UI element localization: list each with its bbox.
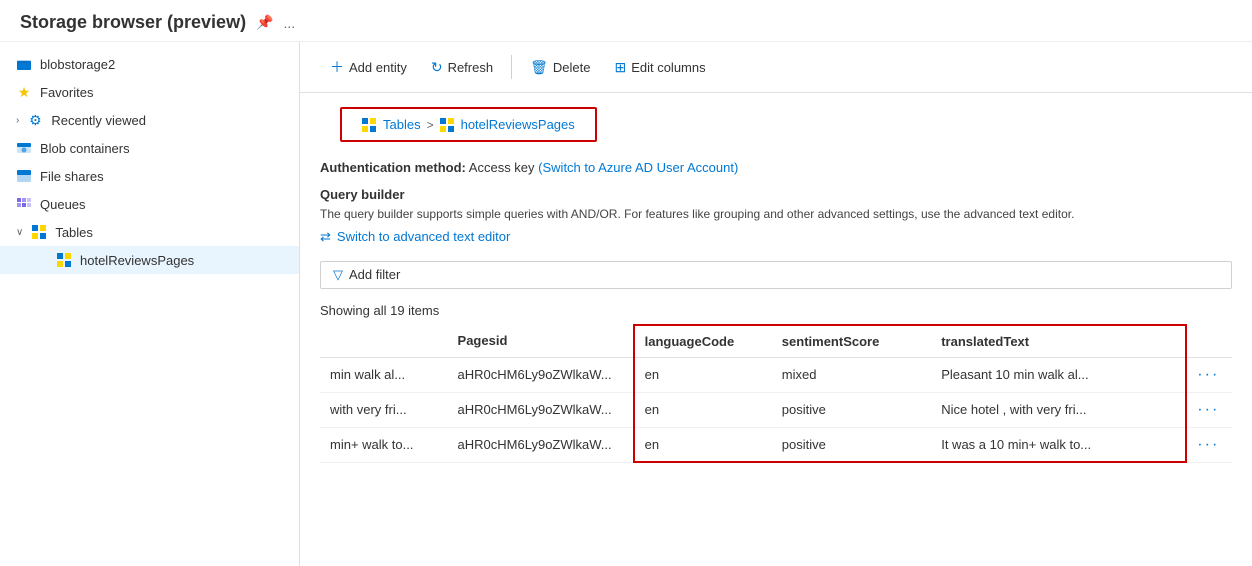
sidebar-favorites-label: Favorites	[40, 85, 93, 100]
breadcrumb-current[interactable]: hotelReviewsPages	[440, 117, 575, 132]
table-row: min walk al... aHR0cHM6Ly9oZWlkaW... en …	[320, 357, 1232, 392]
data-table-container: Pagesid languageCode sentimentScore tran…	[300, 324, 1252, 566]
row3-more-icon[interactable]: ···	[1197, 436, 1219, 453]
breadcrumb-separator: >	[427, 118, 434, 132]
cell-row2-lang: en	[634, 392, 772, 427]
cell-row3-col1: min+ walk to...	[320, 427, 448, 462]
toolbar-divider	[511, 55, 512, 79]
query-builder-title: Query builder	[320, 187, 1232, 202]
sidebar-item-favorites[interactable]: ★ Favorites	[0, 78, 299, 106]
add-entity-button[interactable]: ＋ Add entity	[320, 52, 417, 82]
col-header-pagesid[interactable]: Pagesid	[448, 325, 634, 358]
folder-icon	[16, 56, 32, 72]
breadcrumb-tables-label: Tables	[383, 117, 421, 132]
row1-more-icon[interactable]: ···	[1197, 366, 1219, 383]
sidebar-hotel-reviews-label: hotelReviewsPages	[80, 253, 194, 268]
col-header-1	[320, 325, 448, 358]
pin-icon[interactable]: 📌	[256, 14, 273, 31]
cell-row2-pagesid: aHR0cHM6Ly9oZWlkaW...	[448, 392, 634, 427]
blob-icon	[16, 140, 32, 156]
sidebar-recently-viewed-label: Recently viewed	[51, 113, 146, 128]
col-header-sentimentscore[interactable]: sentimentScore	[772, 325, 931, 358]
add-filter-button[interactable]: ▽ Add filter	[320, 261, 1232, 289]
auth-value-text: Access key	[469, 160, 535, 175]
sidebar: blobstorage2 ★ Favorites › ⚙ Recently vi…	[0, 42, 300, 566]
add-filter-label: Add filter	[349, 267, 400, 282]
cell-row2-translated: Nice hotel , with very fri...	[931, 392, 1186, 427]
refresh-icon: ↻	[431, 59, 443, 76]
content-area: ＋ Add entity ↻ Refresh 🗑 Delete ⊞ Edit c…	[300, 42, 1252, 566]
table-row: with very fri... aHR0cHM6Ly9oZWlkaW... e…	[320, 392, 1232, 427]
auth-label: Authentication method:	[320, 160, 466, 175]
cell-row1-col1: min walk al...	[320, 357, 448, 392]
col-header-actions	[1186, 325, 1232, 358]
cell-row1-actions[interactable]: ···	[1186, 357, 1232, 392]
table-row: min+ walk to... aHR0cHM6Ly9oZWlkaW... en…	[320, 427, 1232, 462]
cell-row2-sentiment: positive	[772, 392, 931, 427]
sidebar-tables-label: Tables	[55, 225, 93, 240]
delete-button[interactable]: 🗑 Delete	[520, 54, 600, 81]
star-icon: ★	[16, 84, 32, 100]
cell-row1-lang: en	[634, 357, 772, 392]
sidebar-item-tables[interactable]: ∨ Tables	[0, 218, 299, 246]
query-builder-section: Query builder The query builder supports…	[300, 183, 1252, 257]
auth-switch-link[interactable]: (Switch to Azure AD User Account)	[538, 160, 738, 175]
chevron-down-icon: ∨	[16, 227, 23, 238]
app-title: Storage browser (preview)	[20, 12, 246, 33]
sidebar-file-shares-label: File shares	[40, 169, 104, 184]
toolbar: ＋ Add entity ↻ Refresh 🗑 Delete ⊞ Edit c…	[300, 42, 1252, 93]
cell-row1-translated: Pleasant 10 min walk al...	[931, 357, 1186, 392]
data-table: Pagesid languageCode sentimentScore tran…	[320, 324, 1232, 464]
cell-row3-translated: It was a 10 min+ walk to...	[931, 427, 1186, 462]
delete-icon: 🗑	[530, 59, 548, 76]
filter-icon: ▽	[333, 267, 343, 283]
auth-section: Authentication method: Access key (Switc…	[300, 152, 1252, 183]
add-icon: ＋	[330, 57, 344, 77]
sidebar-item-queues[interactable]: Queues	[0, 190, 299, 218]
app-header: Storage browser (preview) 📌 ...	[0, 0, 1252, 42]
auth-row: Authentication method: Access key (Switc…	[320, 160, 1232, 175]
breadcrumb-wrapper: Tables > hotelReviewsPages	[300, 93, 1252, 152]
hotel-table-icon	[56, 252, 72, 268]
col-header-translatedtext[interactable]: translatedText	[931, 325, 1186, 358]
sidebar-queues-label: Queues	[40, 197, 86, 212]
refresh-button[interactable]: ↻ Refresh	[421, 54, 503, 81]
cell-row3-actions[interactable]: ···	[1186, 427, 1232, 462]
edit-columns-icon: ⊞	[614, 59, 626, 76]
sidebar-blob-containers-label: Blob containers	[40, 141, 130, 156]
breadcrumb: Tables > hotelReviewsPages	[340, 107, 597, 142]
switch-editor-label: Switch to advanced text editor	[337, 229, 510, 244]
cell-row3-sentiment: positive	[772, 427, 931, 462]
cell-row3-pagesid: aHR0cHM6Ly9oZWlkaW...	[448, 427, 634, 462]
cell-row3-lang: en	[634, 427, 772, 462]
breadcrumb-current-label: hotelReviewsPages	[461, 117, 575, 132]
chevron-right-icon: ›	[16, 115, 19, 126]
more-icon[interactable]: ...	[284, 15, 296, 31]
queue-icon	[16, 196, 32, 212]
sidebar-item-file-shares[interactable]: File shares	[0, 162, 299, 190]
breadcrumb-tables[interactable]: Tables	[362, 117, 421, 132]
settings-icon: ⚙	[27, 112, 43, 128]
switch-editor-link[interactable]: ⇄ Switch to advanced text editor	[320, 229, 1232, 245]
switch-icon: ⇄	[320, 229, 331, 245]
fileshare-icon	[16, 168, 32, 184]
cell-row1-sentiment: mixed	[772, 357, 931, 392]
cell-row2-col1: with very fri...	[320, 392, 448, 427]
sidebar-item-blobstorage2[interactable]: blobstorage2	[0, 50, 299, 78]
sidebar-blobstorage2-label: blobstorage2	[40, 57, 115, 72]
items-count: Showing all 19 items	[300, 297, 1252, 324]
col-header-languagecode[interactable]: languageCode	[634, 325, 772, 358]
sidebar-item-hotelReviewsPages[interactable]: hotelReviewsPages	[0, 246, 299, 274]
sidebar-item-blob-containers[interactable]: Blob containers	[0, 134, 299, 162]
query-builder-desc: The query builder supports simple querie…	[320, 206, 1232, 223]
cell-row2-actions[interactable]: ···	[1186, 392, 1232, 427]
table-icon	[31, 224, 47, 240]
edit-columns-button[interactable]: ⊞ Edit columns	[604, 54, 715, 81]
row2-more-icon[interactable]: ···	[1197, 401, 1219, 418]
cell-row1-pagesid: aHR0cHM6Ly9oZWlkaW...	[448, 357, 634, 392]
sidebar-item-recently-viewed[interactable]: › ⚙ Recently viewed	[0, 106, 299, 134]
